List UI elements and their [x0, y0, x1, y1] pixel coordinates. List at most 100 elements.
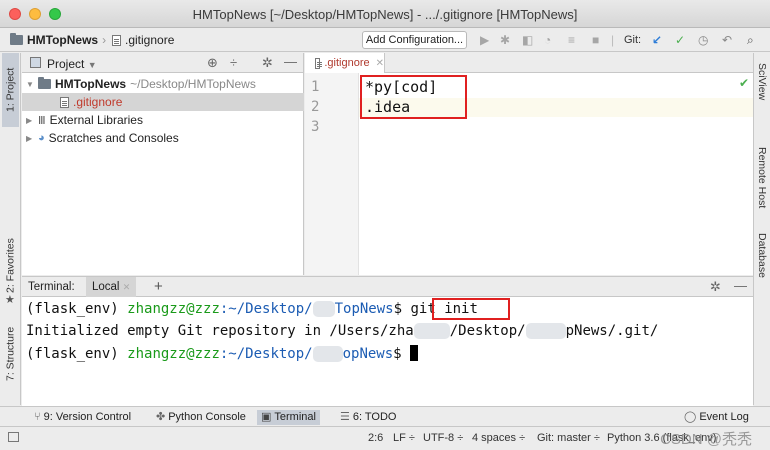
tree-item-gitignore[interactable]: .gitignore [22, 93, 304, 111]
toggle-tool-windows-icon[interactable] [8, 432, 19, 442]
status-indent[interactable]: 4 spaces ÷ [472, 432, 525, 444]
terminal-path: :~/Desktop/ [219, 346, 313, 362]
tree-item-external-libraries[interactable]: ▶ Ⅲ External Libraries [26, 111, 143, 129]
breadcrumb-project-label: HMTopNews [27, 33, 99, 47]
file-icon [112, 34, 121, 46]
tab-version-control[interactable]: ⑂ 9: Version Control [30, 410, 135, 425]
tab-label: 6: TODO [352, 411, 397, 423]
terminal-env: (flask_env) [26, 346, 119, 362]
profile-icon[interactable]: ◔ [544, 33, 551, 47]
expand-arrow-icon: ▶ [26, 115, 33, 125]
branch-icon: ⑂ [34, 411, 41, 423]
expand-arrow-icon: ▶ [26, 133, 33, 143]
terminal-env: (flask_env) [26, 301, 119, 317]
breadcrumb-project[interactable]: HMTopNews › [10, 33, 106, 47]
hide-icon[interactable]: — [734, 278, 747, 293]
project-view-selector[interactable]: Project ▼ [47, 57, 97, 71]
tab-structure-label: 7: Structure [4, 326, 17, 382]
redaction-blur: x [312, 301, 335, 317]
tab-database[interactable]: Database [756, 233, 768, 278]
line-number: 3 [311, 119, 320, 135]
tab-gitignore[interactable]: .gitignore ✕ [305, 53, 385, 73]
hide-icon[interactable]: — [284, 54, 297, 69]
run-icon[interactable]: ▶ [480, 33, 489, 47]
tab-python-console[interactable]: ✤ Python Console [152, 410, 250, 425]
scratches-icon: ◕ [38, 132, 45, 144]
project-panel-header: Project ▼ ⊕ ÷ ✲ — [22, 53, 303, 73]
close-icon[interactable]: ✕ [376, 58, 384, 69]
stop-icon[interactable]: ■ [592, 33, 599, 47]
watermark: CSDN @秃秃 [660, 431, 752, 448]
window-title: HMTopNews [~/Desktop/HMTopNews] - .../.g… [192, 7, 578, 22]
git-update-icon[interactable]: ↙ [652, 33, 662, 47]
debug-icon[interactable]: ✱ [500, 33, 510, 47]
project-view-icon [30, 57, 41, 68]
locate-icon[interactable]: ⊕ [207, 55, 218, 71]
close-icon[interactable]: ✕ [123, 282, 131, 292]
status-encoding[interactable]: UTF-8 ÷ [423, 432, 463, 444]
breadcrumb-file-label: .gitignore [125, 33, 175, 47]
gear-icon[interactable]: ✲ [710, 279, 721, 295]
terminal-cursor [410, 345, 419, 361]
tab-remote-host[interactable]: Remote Host [756, 147, 768, 208]
status-line-separator[interactable]: LF ÷ [393, 432, 415, 444]
coverage-icon[interactable]: ◧ [522, 33, 533, 47]
tab-terminal[interactable]: ▣ Terminal [257, 410, 320, 425]
inspection-ok-icon: ✔ [738, 76, 749, 90]
concurrency-icon[interactable]: ≡ [568, 33, 575, 47]
expand-arrow-icon: ▼ [26, 79, 34, 89]
redaction-blur: x [312, 346, 343, 362]
terminal-line[interactable]: (flask_env) zhangzz@zzz:~/Desktop/xopNew… [26, 345, 419, 362]
add-configuration-button[interactable]: Add Configuration... [362, 31, 467, 49]
file-icon [60, 96, 69, 108]
terminal-output: /Desktop/ [449, 323, 526, 339]
bottom-tool-tabs: ⑂ 9: Version Control ✤ Python Console ▣ Ter… [0, 406, 770, 426]
tab-event-log[interactable]: ◯ Event Log [680, 410, 753, 425]
tab-favorites[interactable]: 2: Favorites [2, 231, 19, 301]
tab-todo[interactable]: ☰ 6: TODO [336, 410, 400, 425]
terminal-header: Terminal: Local ✕ + ✲ — [22, 277, 753, 297]
tree-item-scratches[interactable]: ▶ ◕ Scratches and Consoles [26, 129, 179, 147]
breadcrumb-file[interactable]: .gitignore [112, 33, 174, 47]
git-commit-icon[interactable]: ✓ [675, 33, 685, 47]
status-caret-position[interactable]: 2:6 [368, 432, 383, 444]
terminal-dollar: $ [393, 301, 403, 317]
git-label: Git: [624, 34, 642, 46]
file-icon [315, 57, 323, 69]
terminal-path: :~/Desktop/ [219, 301, 313, 317]
tab-database-label: Database [756, 233, 768, 278]
gear-icon[interactable]: ✲ [262, 55, 273, 71]
tree-item-label: HMTopNews [55, 77, 127, 91]
tab-sciview-label: SciView [756, 63, 768, 101]
tab-project-label: 1: Project [4, 67, 17, 113]
editor-tabs: .gitignore ✕ [305, 53, 753, 73]
tab-label: Python Console [168, 411, 246, 423]
status-git-branch[interactable]: Git: master ÷ [537, 432, 600, 444]
add-terminal-button[interactable]: + [154, 278, 163, 295]
line-number-gutter: 1 2 3 [305, 73, 359, 275]
terminal-dollar: $ [393, 346, 402, 362]
project-panel: Project ▼ ⊕ ÷ ✲ — ▼ HMTopNews ~/Desktop/… [22, 53, 304, 275]
chevron-down-icon: ▼ [87, 60, 97, 70]
terminal-title: Terminal: [28, 281, 75, 293]
folder-icon [10, 33, 23, 45]
git-rollback-icon[interactable]: ↶ [722, 33, 732, 47]
tree-item-label: External Libraries [49, 113, 143, 127]
tab-remote-host-label: Remote Host [756, 147, 768, 209]
tab-label: Event Log [699, 411, 749, 423]
search-icon[interactable]: ⌕ [747, 33, 754, 47]
terminal-path: TopNews [334, 301, 394, 317]
tab-sciview[interactable]: SciView [756, 63, 768, 100]
collapse-icon[interactable]: ÷ [230, 55, 237, 70]
highlight-box [432, 298, 510, 320]
tree-item-label: .gitignore [73, 95, 123, 109]
tree-item-project-root[interactable]: ▼ HMTopNews ~/Desktop/HMTopNews [26, 75, 256, 93]
git-history-icon[interactable]: ◷ [698, 33, 708, 47]
terminal-icon: ▣ [261, 411, 272, 423]
python-icon: ✤ [156, 411, 166, 423]
tab-structure[interactable]: 7: Structure [2, 321, 19, 387]
tab-project[interactable]: 1: Project [2, 53, 19, 127]
status-bar: 2:6 LF ÷ UTF-8 ÷ 4 spaces ÷ Git: master … [0, 426, 770, 450]
terminal-tab-local[interactable]: Local ✕ [86, 277, 137, 297]
redaction-blur: x [413, 323, 450, 339]
